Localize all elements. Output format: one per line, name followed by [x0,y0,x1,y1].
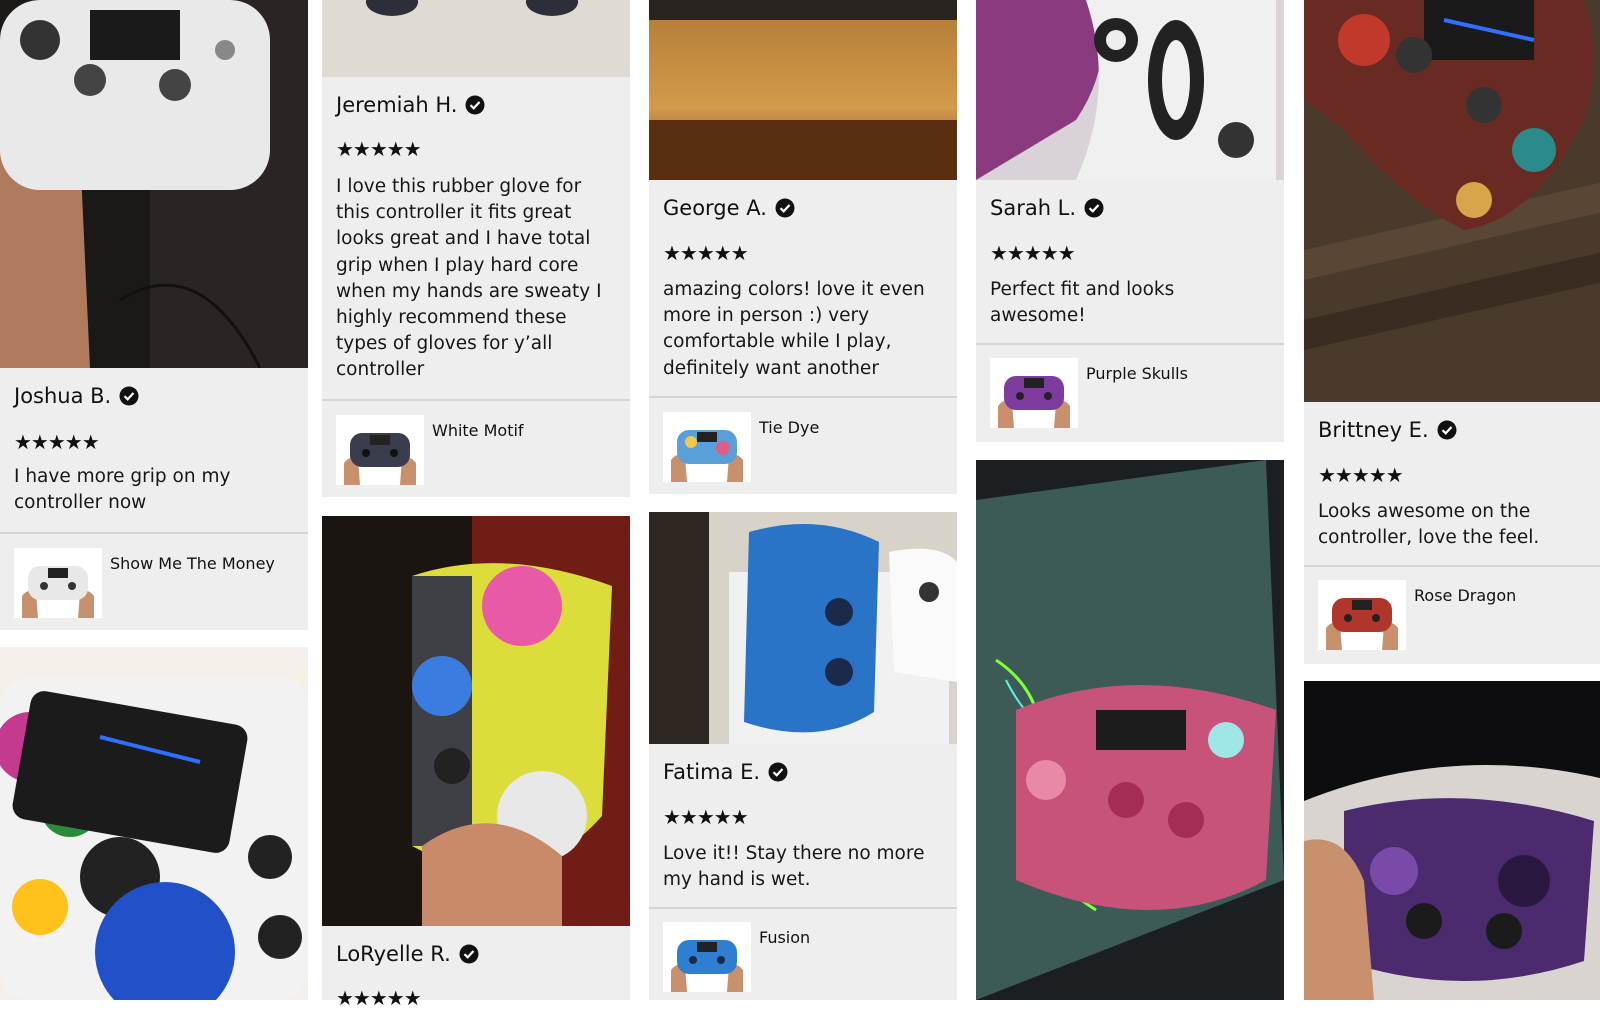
review-photo-paint-splash-controller[interactable] [0,647,308,1000]
star-rating: ★★★★★ [336,986,422,1010]
reviewer-name: Fatima E. [663,760,788,784]
review-photo-white-motif-controller[interactable] [322,0,630,77]
review-text: I have more grip on my controller now [14,466,231,514]
variant-name: Tie Dye [759,418,820,437]
review-card-george: George A. ★★★★★ amazing colors! love it … [649,180,957,494]
review-card-joshua: Joshua B. ★★★★★ I have more grip on my c… [0,368,308,630]
review-photo-tie-dye-controller[interactable] [649,0,957,180]
star-rating: ★★★★★ [14,430,100,454]
review-text: amazing colors! love it even more in per… [663,279,925,379]
reviewer-name: Sarah L. [990,196,1104,220]
variant-thumbnail[interactable] [336,415,424,485]
star-rating: ★★★★★ [663,805,749,829]
review-photo-graffiti-controller[interactable] [322,516,630,926]
divider [322,399,630,401]
review-card-loryelle: LoRyelle R. ★★★★★ [322,926,630,1008]
variant-row[interactable]: Purple Skulls [990,358,1188,428]
verified-check-icon [459,944,479,964]
star-rating: ★★★★★ [663,241,749,265]
variant-name: Fusion [759,928,811,947]
variant-thumbnail[interactable] [663,922,751,992]
review-text: I love this rubber glove for this contro… [336,176,602,381]
review-card-brittney: Brittney E. ★★★★★ Looks awesome on the c… [1304,402,1600,664]
star-rating: ★★★★★ [336,137,422,161]
variant-row[interactable]: White Motif [336,415,524,485]
review-text: Love it!! Stay there no more my hand is … [663,843,925,891]
review-card-jeremiah: Jeremiah H. ★★★★★ I love this rubber glo… [322,77,630,497]
variant-name: White Motif [432,421,524,440]
variant-name: Show Me The Money [110,554,275,573]
star-rating: ★★★★★ [1318,463,1404,487]
variant-name: Purple Skulls [1086,364,1188,383]
reviewer-name: George A. [663,196,795,220]
divider [976,343,1284,345]
variant-thumbnail[interactable] [1318,580,1406,650]
divider [0,532,308,534]
variant-thumbnail[interactable] [14,548,102,618]
review-photo-blue-controller[interactable] [649,512,957,744]
divider [649,396,957,398]
review-text: Perfect fit and looks awesome! [990,279,1175,327]
variant-row[interactable]: Show Me The Money [14,548,275,618]
review-card-fatima: Fatima E. ★★★★★ Love it!! Stay there no … [649,744,957,1000]
review-photo-purple-camo-controller[interactable] [1304,681,1600,1000]
verified-check-icon [775,198,795,218]
review-photo-paisley-controller[interactable] [976,0,1284,180]
review-photo-white-money-controller[interactable] [0,0,308,368]
divider [1304,565,1600,567]
review-photo-rose-dragon-controller[interactable] [1304,0,1600,402]
reviewer-name: LoRyelle R. [336,942,479,966]
variant-thumbnail[interactable] [663,412,751,482]
variant-row[interactable]: Fusion [663,922,810,992]
variant-row[interactable]: Rose Dragon [1318,580,1516,650]
reviewer-name: Joshua B. [14,384,139,408]
verified-check-icon [1437,420,1457,440]
review-card-sarah: Sarah L. ★★★★★ Perfect fit and looks awe… [976,180,1284,442]
verified-check-icon [1084,198,1104,218]
divider [649,907,957,909]
verified-check-icon [119,386,139,406]
verified-check-icon [465,95,485,115]
reviewer-name: Jeremiah H. [336,93,485,117]
variant-name: Rose Dragon [1414,586,1517,605]
variant-thumbnail[interactable] [990,358,1078,428]
variant-row[interactable]: Tie Dye [663,412,819,482]
reviewer-name: Brittney E. [1318,418,1457,442]
review-text: Looks awesome on the controller, love th… [1318,501,1540,549]
review-photo-pink-controller[interactable] [976,460,1284,1000]
star-rating: ★★★★★ [990,241,1076,265]
verified-check-icon [768,762,788,782]
